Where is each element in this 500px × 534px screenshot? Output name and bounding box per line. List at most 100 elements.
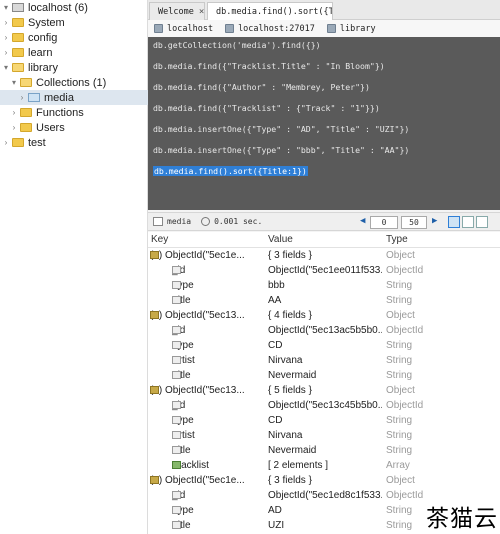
- editor-line[interactable]: db.media.find({"Tracklist" : {"Track" : …: [153, 103, 380, 113]
- column-key[interactable]: Key: [151, 234, 168, 245]
- chevron-right-icon[interactable]: ›: [18, 93, 26, 102]
- row-key: ▾(2) ObjectId("5ec13...: [150, 310, 266, 321]
- collection-icon: [153, 217, 163, 226]
- breadcrumb-server[interactable]: localhost: [154, 24, 213, 34]
- row-value: ObjectId("5ec13c45b5b0...: [268, 400, 382, 411]
- document-row[interactable]: ▾(3) ObjectId("5ec13...{ 5 fields } Objec…: [148, 384, 500, 399]
- tree-item-library[interactable]: ▾ library: [0, 60, 148, 75]
- breadcrumb: localhost localhost:27017 library: [148, 20, 500, 37]
- page-start-input[interactable]: 0: [370, 216, 398, 229]
- editor-line[interactable]: db.media.find({"Tracklist.Title" : "In B…: [153, 61, 385, 71]
- field-icon: [172, 401, 181, 409]
- tree-item-label: localhost (6): [28, 1, 88, 14]
- row-key: Artist: [172, 355, 266, 366]
- folder-icon: [20, 108, 32, 117]
- document-icon: [150, 476, 159, 484]
- column-type[interactable]: Type: [386, 234, 408, 245]
- editor-line[interactable]: db.getCollection('media').find({}): [153, 40, 321, 50]
- editor-line[interactable]: db.media.find({"Author" : "Membrey, Pete…: [153, 82, 370, 92]
- tree-item-learn[interactable]: › learn: [0, 45, 148, 60]
- tab-welcome[interactable]: Welcome ×: [149, 2, 205, 20]
- query-editor[interactable]: db.getCollection('media').find({}) db.me…: [148, 37, 500, 210]
- text-view-icon[interactable]: [476, 216, 488, 228]
- row-value: [ 2 elements ]: [268, 460, 329, 471]
- tree-item-label: test: [28, 136, 46, 149]
- editor-line-selected[interactable]: db.media.find().sort({Title:1}): [153, 166, 308, 176]
- editor-line[interactable]: db.media.insertOne({"Type" : "AD", "Titl…: [153, 124, 409, 134]
- breadcrumb-label: library: [339, 23, 376, 34]
- tree-item-functions[interactable]: › Functions: [0, 105, 148, 120]
- row-key: _id: [172, 400, 266, 411]
- clock-icon: [201, 217, 211, 226]
- collection-icon: [28, 93, 40, 102]
- row-key: Title: [172, 295, 266, 306]
- field-row[interactable]: Type bbb String: [148, 279, 500, 294]
- field-row[interactable]: Artist Nirvana String: [148, 354, 500, 369]
- next-page-icon[interactable]: ▶: [432, 216, 437, 226]
- field-icon: [172, 431, 181, 439]
- chevron-right-icon[interactable]: ›: [2, 138, 10, 147]
- row-type: ObjectId: [386, 265, 424, 276]
- row-key: Title: [172, 445, 266, 456]
- watermark: 茶猫云: [426, 506, 498, 532]
- chevron-down-icon[interactable]: ▾: [2, 3, 10, 12]
- database-icon: [326, 24, 336, 33]
- tree-item-collections[interactable]: ▾ Collections (1): [0, 75, 148, 90]
- field-row[interactable]: ›Tracklist[ 2 elements ] Array: [148, 459, 500, 474]
- chevron-right-icon[interactable]: ›: [2, 48, 10, 57]
- chevron-right-icon[interactable]: ›: [10, 123, 18, 132]
- page-size-input[interactable]: 50: [401, 216, 427, 229]
- tree-item-users[interactable]: › Users: [0, 120, 148, 135]
- chevron-right-icon[interactable]: ›: [10, 108, 18, 117]
- field-row[interactable]: Title AA String: [148, 294, 500, 309]
- folder-icon: [12, 33, 24, 42]
- breadcrumb-label: localhost: [167, 23, 214, 34]
- tree-item-system[interactable]: › System: [0, 15, 148, 30]
- row-value: Nevermaid: [268, 370, 317, 381]
- field-icon: [172, 281, 181, 289]
- chevron-right-icon[interactable]: ›: [2, 18, 10, 27]
- table-view-icon[interactable]: [462, 216, 474, 228]
- row-type: ObjectId: [386, 325, 424, 336]
- array-icon: [172, 461, 181, 469]
- tree-item-localhost[interactable]: ▾ localhost (6): [0, 0, 148, 15]
- tree-item-test[interactable]: › test: [0, 135, 148, 150]
- breadcrumb-host[interactable]: localhost:27017: [225, 24, 315, 34]
- row-value: AD: [268, 505, 282, 516]
- tab-query[interactable]: db.media.find().sort({T… ×: [207, 2, 333, 20]
- document-row[interactable]: ▾(1) ObjectId("5ec1e...{ 3 fields } Objec…: [148, 249, 500, 264]
- chevron-down-icon[interactable]: ▾: [2, 63, 10, 72]
- field-row[interactable]: Type CD String: [148, 339, 500, 354]
- row-value: ObjectId("5ec1ee011f533...: [268, 265, 382, 276]
- column-value[interactable]: Value: [268, 234, 293, 245]
- tree-item-media[interactable]: › media: [0, 90, 148, 105]
- breadcrumb-database[interactable]: library: [326, 23, 376, 34]
- folder-open-icon: [20, 78, 32, 87]
- row-type: Array: [386, 460, 410, 471]
- field-row[interactable]: _idObjectId("5ec1ee011f533... ObjectId: [148, 264, 500, 279]
- close-icon[interactable]: ×: [199, 7, 204, 17]
- server-icon: [154, 24, 163, 33]
- row-key: Title: [172, 520, 266, 531]
- row-value: UZI: [268, 520, 285, 531]
- results-tree: Key Value Type ▾(1) ObjectId("5ec1e...{ …: [148, 232, 500, 534]
- field-row[interactable]: Artist Nirvana String: [148, 429, 500, 444]
- tree-item-config[interactable]: › config: [0, 30, 148, 45]
- row-key: ▾(3) ObjectId("5ec13...: [150, 385, 266, 396]
- field-row[interactable]: _idObjectId("5ec13ac5b5b0... ObjectId: [148, 324, 500, 339]
- document-row[interactable]: ▾(2) ObjectId("5ec13...{ 4 fields } Objec…: [148, 309, 500, 324]
- document-row[interactable]: ▾(4) ObjectId("5ec1e...{ 3 fields } Objec…: [148, 474, 500, 489]
- results-header: Key Value Type: [148, 232, 500, 248]
- field-row[interactable]: Title Nevermaid String: [148, 444, 500, 459]
- row-value: ObjectId("5ec13ac5b5b0...: [268, 325, 382, 336]
- editor-line[interactable]: db.media.insertOne({"Type" : "bbb", "Tit…: [153, 145, 409, 155]
- chevron-down-icon[interactable]: ▾: [10, 78, 18, 87]
- chevron-right-icon[interactable]: ›: [2, 33, 10, 42]
- field-row[interactable]: _idObjectId("5ec13c45b5b0... ObjectId: [148, 399, 500, 414]
- prev-page-icon[interactable]: ◀: [360, 216, 365, 226]
- row-key: Type: [172, 505, 266, 516]
- tree-view-icon[interactable]: [448, 216, 460, 228]
- field-row[interactable]: Title Nevermaid String: [148, 369, 500, 384]
- document-icon: [150, 386, 159, 394]
- field-row[interactable]: Type CD String: [148, 414, 500, 429]
